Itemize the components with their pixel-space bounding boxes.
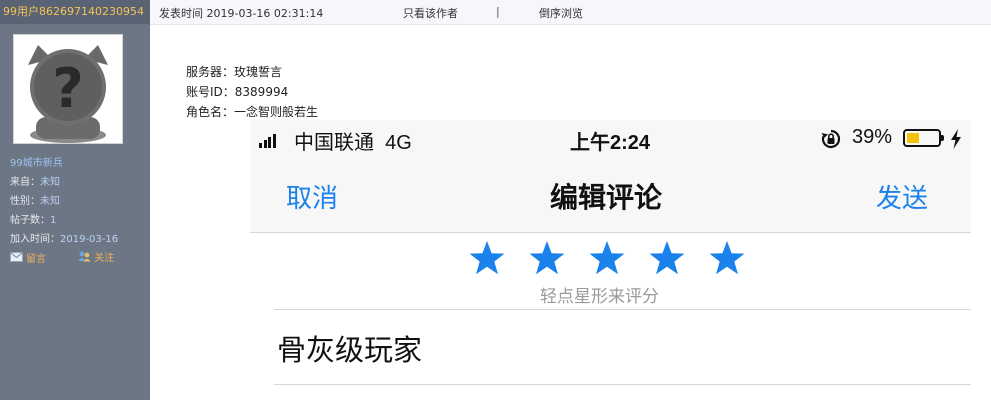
post-header: 发表时间 2019-03-16 02:31:14 只看该作者 | 倒序浏览 xyxy=(150,0,991,25)
star-icon[interactable] xyxy=(708,240,746,281)
star-rating[interactable] xyxy=(468,240,768,281)
joined-label: 加入时间： xyxy=(10,234,60,245)
user-level[interactable]: 99城市新兵 xyxy=(10,154,118,173)
cancel-button[interactable]: 取消 xyxy=(286,178,338,215)
phone-status-bar: 中国联通 4G 上午2:24 39% xyxy=(250,120,971,158)
star-icon[interactable] xyxy=(528,240,566,281)
posts-value: 1 xyxy=(50,215,57,226)
role-line: 角色名：一念智则般若生 xyxy=(186,105,319,119)
from-value: 未知 xyxy=(40,177,60,188)
battery-icon xyxy=(903,129,944,147)
user-info: 99城市新兵 来自：未知 性别：未知 帖子数：1 加入时间：2019-03-16 xyxy=(10,154,118,249)
username[interactable]: 99用户862697140230954 xyxy=(0,0,150,24)
from-label: 来自： xyxy=(10,177,40,188)
post-time: 发表时间 2019-03-16 02:31:14 xyxy=(159,7,324,20)
from-row: 来自：未知 xyxy=(10,173,118,192)
star-icon[interactable] xyxy=(468,240,506,281)
message-button[interactable]: 留言 xyxy=(10,250,60,265)
gender-label: 性别： xyxy=(10,196,40,207)
follow-users-icon xyxy=(78,251,91,262)
rating-hint: 轻点星形来评分 xyxy=(540,287,659,306)
joined-row: 加入时间：2019-03-16 xyxy=(10,230,118,249)
joined-value: 2019-03-16 xyxy=(60,234,119,245)
divider xyxy=(274,384,971,385)
battery-percent: 39% xyxy=(852,126,893,148)
message-label: 留言 xyxy=(26,253,46,265)
divider xyxy=(274,309,971,310)
header-separator: | xyxy=(496,5,500,18)
user-sidebar: 99用户862697140230954 ? 99城市新兵 来自：未知 性别：未知… xyxy=(0,0,150,400)
gender-row: 性别：未知 xyxy=(10,192,118,211)
charging-bolt-icon xyxy=(950,129,962,154)
nav-title: 编辑评论 xyxy=(550,182,663,213)
phone-clock: 上午2:24 xyxy=(570,132,651,154)
network-type: 4G xyxy=(385,132,412,154)
posts-label: 帖子数： xyxy=(10,215,50,226)
rotation-lock-icon xyxy=(820,128,842,155)
carrier-text: 中国联通 4G xyxy=(294,126,412,155)
post-body-meta: 服务器：玫瑰誓言 账号ID：8389994 角色名：一念智则般若生 xyxy=(186,62,318,122)
default-avatar-icon: ? xyxy=(28,45,108,143)
signal-icon xyxy=(259,130,277,148)
star-icon[interactable] xyxy=(588,240,626,281)
gender-value: 未知 xyxy=(40,196,60,207)
server-line: 服务器：玫瑰誓言 xyxy=(186,65,283,79)
account-line: 账号ID：8389994 xyxy=(186,85,289,99)
edit-review-navbar: 取消 编辑评论 发送 xyxy=(250,158,971,233)
reverse-order-link[interactable]: 倒序浏览 xyxy=(539,5,583,21)
carrier-name: 中国联通 xyxy=(294,132,374,154)
embedded-phone-screenshot: 中国联通 4G 上午2:24 39% 取消 编辑评论 发送 轻点星形来评分 骨灰… xyxy=(250,120,971,400)
follow-button[interactable]: 关注 xyxy=(77,249,128,264)
follow-label: 关注 xyxy=(94,253,115,264)
star-icon[interactable] xyxy=(648,240,686,281)
user-actions: 留言 关注 xyxy=(10,249,142,265)
send-button[interactable]: 发送 xyxy=(876,178,928,215)
envelope-icon xyxy=(10,252,23,262)
posts-row: 帖子数：1 xyxy=(10,211,118,230)
review-title-field[interactable]: 骨灰级玩家 xyxy=(277,327,422,369)
only-author-link[interactable]: 只看该作者 xyxy=(403,5,458,21)
svg-text:?: ? xyxy=(52,57,83,120)
avatar[interactable]: ? xyxy=(13,34,123,144)
